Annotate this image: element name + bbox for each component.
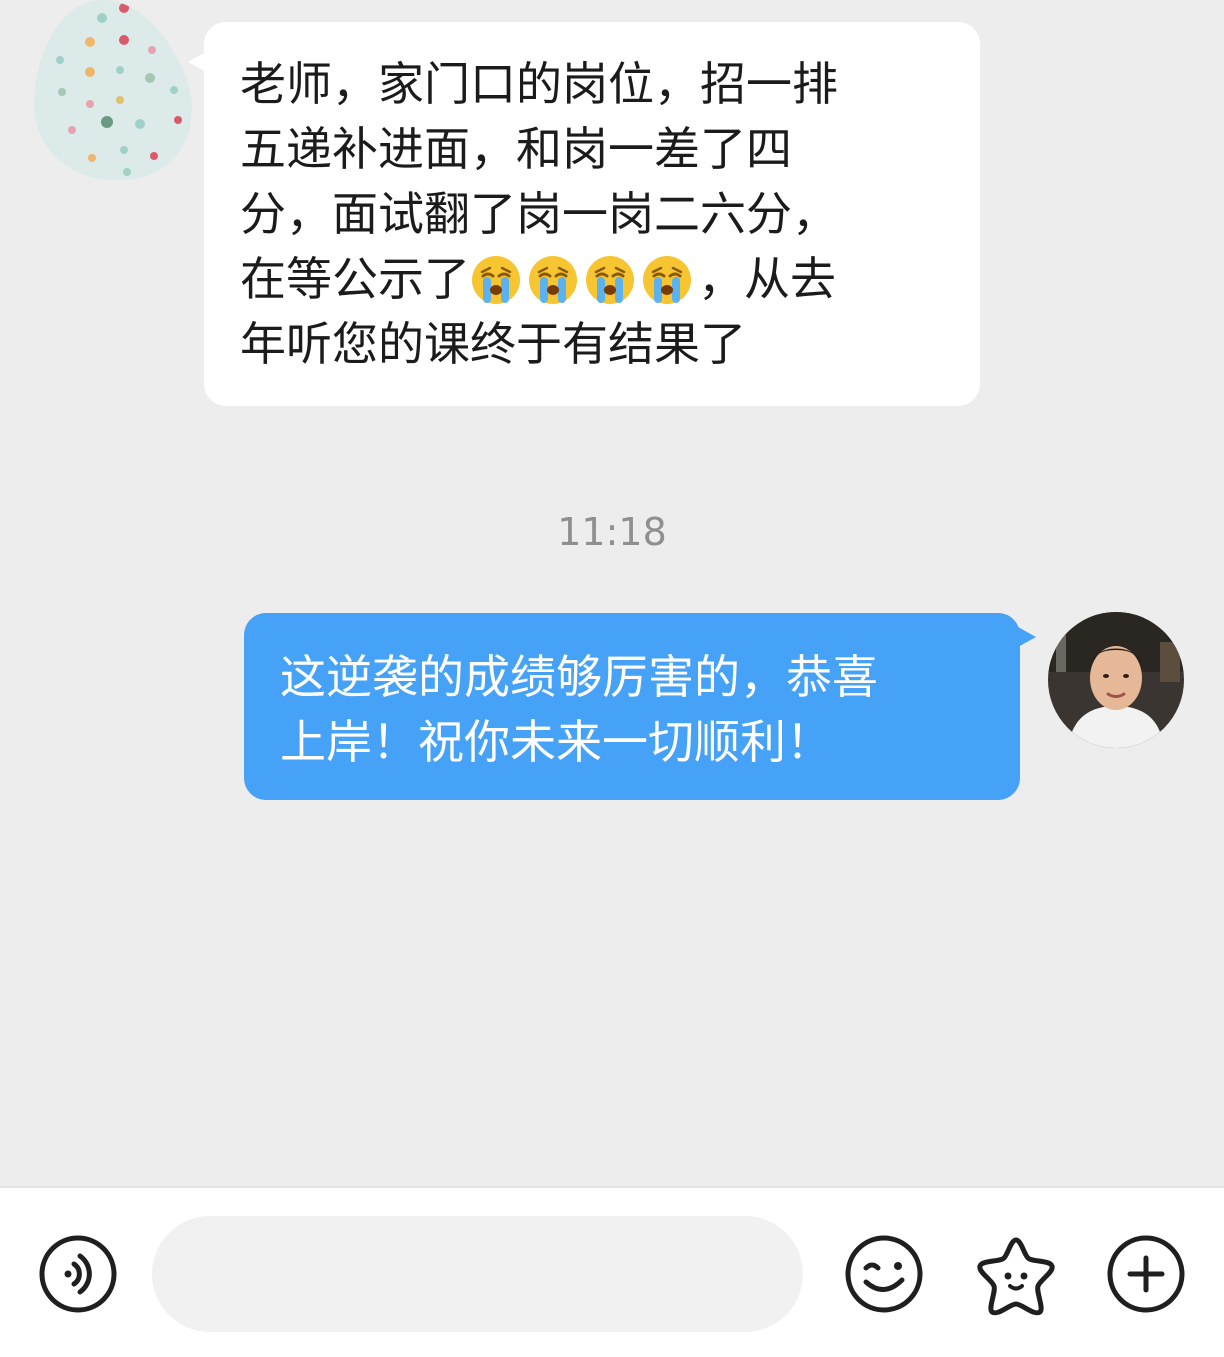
- message-text-line: 老师，家门口的岗位，招一排: [240, 57, 838, 111]
- contact-avatar[interactable]: [32, 0, 194, 180]
- outgoing-message-bubble[interactable]: 这逆袭的成绩够厉害的，恭喜 上岸！祝你未来一切顺利！: [244, 613, 1036, 800]
- message-text-line: 这逆袭的成绩够厉害的，恭喜: [280, 650, 878, 704]
- emoji-smile-icon[interactable]: [844, 1234, 924, 1314]
- message-text-line: 年听您的课终于有结果了: [240, 317, 746, 371]
- message-input[interactable]: [152, 1216, 803, 1332]
- incoming-message-bubble[interactable]: 老师，家门口的岗位，招一排 五递补进面，和岗一差了四 分，面试翻了岗一岗二六分，…: [188, 22, 980, 406]
- message-text-line: 分，面试翻了岗一岗二六分，: [240, 187, 838, 241]
- crying-emoji-icon: [470, 254, 522, 306]
- message-text-line-with-emoji: 在等公示了 ，从去: [240, 247, 944, 312]
- message-text: 在等公示了: [240, 252, 470, 306]
- crying-emoji-icon: [527, 254, 579, 306]
- chat-area[interactable]: 老师，家门口的岗位，招一排 五递补进面，和岗一差了四 分，面试翻了岗一岗二六分，…: [0, 0, 1224, 1186]
- message-text-line: 五递补进面，和岗一差了四: [240, 122, 792, 176]
- plus-icon[interactable]: [1106, 1234, 1186, 1314]
- crying-emoji-icon: [584, 254, 636, 306]
- sticker-star-icon[interactable]: [974, 1234, 1055, 1316]
- message-timestamp: 11:18: [557, 510, 667, 554]
- message-text-line: 上岸！祝你未来一切顺利！: [280, 715, 832, 769]
- voice-icon[interactable]: [38, 1234, 118, 1314]
- input-bar: [0, 1186, 1224, 1357]
- crying-emoji-icon: [641, 254, 693, 306]
- message-text: ，从去: [698, 252, 836, 306]
- self-avatar[interactable]: [1048, 612, 1184, 748]
